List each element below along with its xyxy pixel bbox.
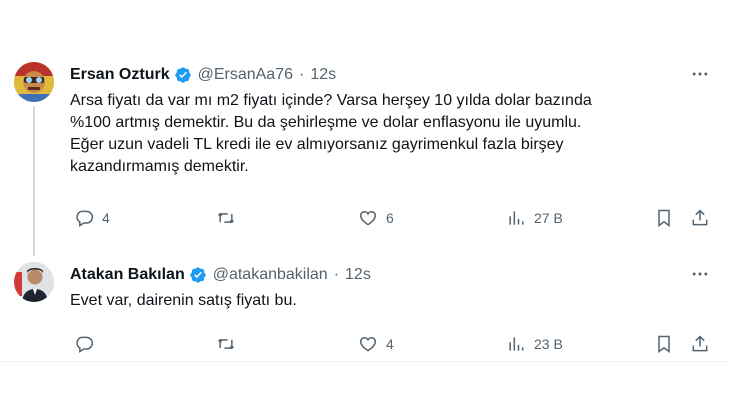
tweet-text-line: kazandırmamış demektir. — [70, 158, 249, 175]
display-name[interactable]: Atakan Bakılan — [70, 266, 185, 284]
views-button[interactable]: 23 B — [506, 332, 563, 356]
retweet-icon — [217, 212, 235, 224]
views-count: 23 B — [534, 336, 563, 352]
views-count: 27 B — [534, 210, 563, 226]
reply-count: 4 — [102, 210, 110, 226]
more-options-icon[interactable] — [688, 62, 712, 86]
reply-icon — [76, 210, 94, 227]
share-icon — [692, 209, 708, 226]
tweet-actions: 4 6 27 B — [70, 206, 720, 230]
like-count: 6 — [386, 210, 394, 226]
divider — [0, 361, 730, 362]
user-handle[interactable]: @ErsanAa76 — [198, 66, 293, 84]
separator-dot: · — [299, 66, 305, 83]
tweet-text: Evet var, dairenin satış fiyatı bu. — [70, 290, 710, 312]
bookmark-button[interactable] — [654, 206, 674, 230]
views-chart-icon — [509, 211, 524, 225]
user-handle[interactable]: @atakanbakilan — [213, 266, 328, 284]
tweet-header: Ersan Ozturk @ErsanAa76 · 12s — [70, 64, 336, 86]
verified-badge-icon — [174, 66, 192, 84]
avatar[interactable] — [14, 62, 54, 102]
views-chart-icon — [509, 337, 524, 351]
reply-button[interactable]: 4 — [74, 206, 110, 230]
tweet-header: Atakan Bakılan @atakanbakilan · 12s — [70, 264, 371, 286]
separator-dot: · — [333, 266, 340, 283]
bookmark-button[interactable] — [654, 332, 674, 356]
tweet-ersan[interactable]: Ersan Ozturk @ErsanAa76 · 12s Arsa fiyat… — [0, 52, 730, 256]
bookmark-icon — [658, 209, 670, 227]
views-button[interactable]: 27 B — [506, 206, 563, 230]
tweet-text-line: Arsa fiyatı da var mı m2 fiyatı içinde? … — [70, 92, 592, 109]
heart-icon — [359, 210, 377, 226]
like-count: 4 — [386, 336, 394, 352]
share-icon — [692, 335, 708, 352]
timestamp[interactable]: 12s — [345, 266, 371, 284]
thread-line — [33, 106, 35, 256]
tweet-text: Arsa fiyatı da var mı m2 fiyatı içinde? … — [70, 90, 710, 178]
more-options-icon[interactable] — [688, 262, 712, 286]
tweet-atakan[interactable]: Atakan Bakılan @atakanbakilan · 12s Evet… — [0, 252, 730, 360]
tweet-actions: 4 23 B — [70, 332, 720, 356]
like-button[interactable]: 4 — [358, 332, 394, 356]
like-button[interactable]: 6 — [358, 206, 394, 230]
retweet-icon — [217, 338, 235, 350]
timestamp[interactable]: 12s — [310, 66, 336, 84]
avatar-image — [14, 62, 54, 102]
heart-icon — [359, 336, 377, 352]
reply-icon — [76, 336, 94, 353]
tweet-text-line: %100 artmış demektir. Bu da şehirleşme v… — [70, 114, 582, 131]
share-button[interactable] — [690, 206, 710, 230]
verified-badge-icon — [189, 266, 207, 284]
tweet-text-line: Eğer uzun vadeli TL kredi ile ev almıyor… — [70, 136, 564, 153]
avatar-image — [14, 262, 54, 302]
avatar[interactable] — [14, 262, 54, 302]
retweet-button[interactable] — [216, 332, 244, 356]
bookmark-icon — [658, 335, 670, 353]
tweet-text-line: Evet var, dairenin satış fiyatı bu. — [70, 292, 297, 309]
share-button[interactable] — [690, 332, 710, 356]
reply-button[interactable] — [74, 332, 102, 356]
retweet-button[interactable] — [216, 206, 244, 230]
display-name[interactable]: Ersan Ozturk — [70, 66, 170, 84]
